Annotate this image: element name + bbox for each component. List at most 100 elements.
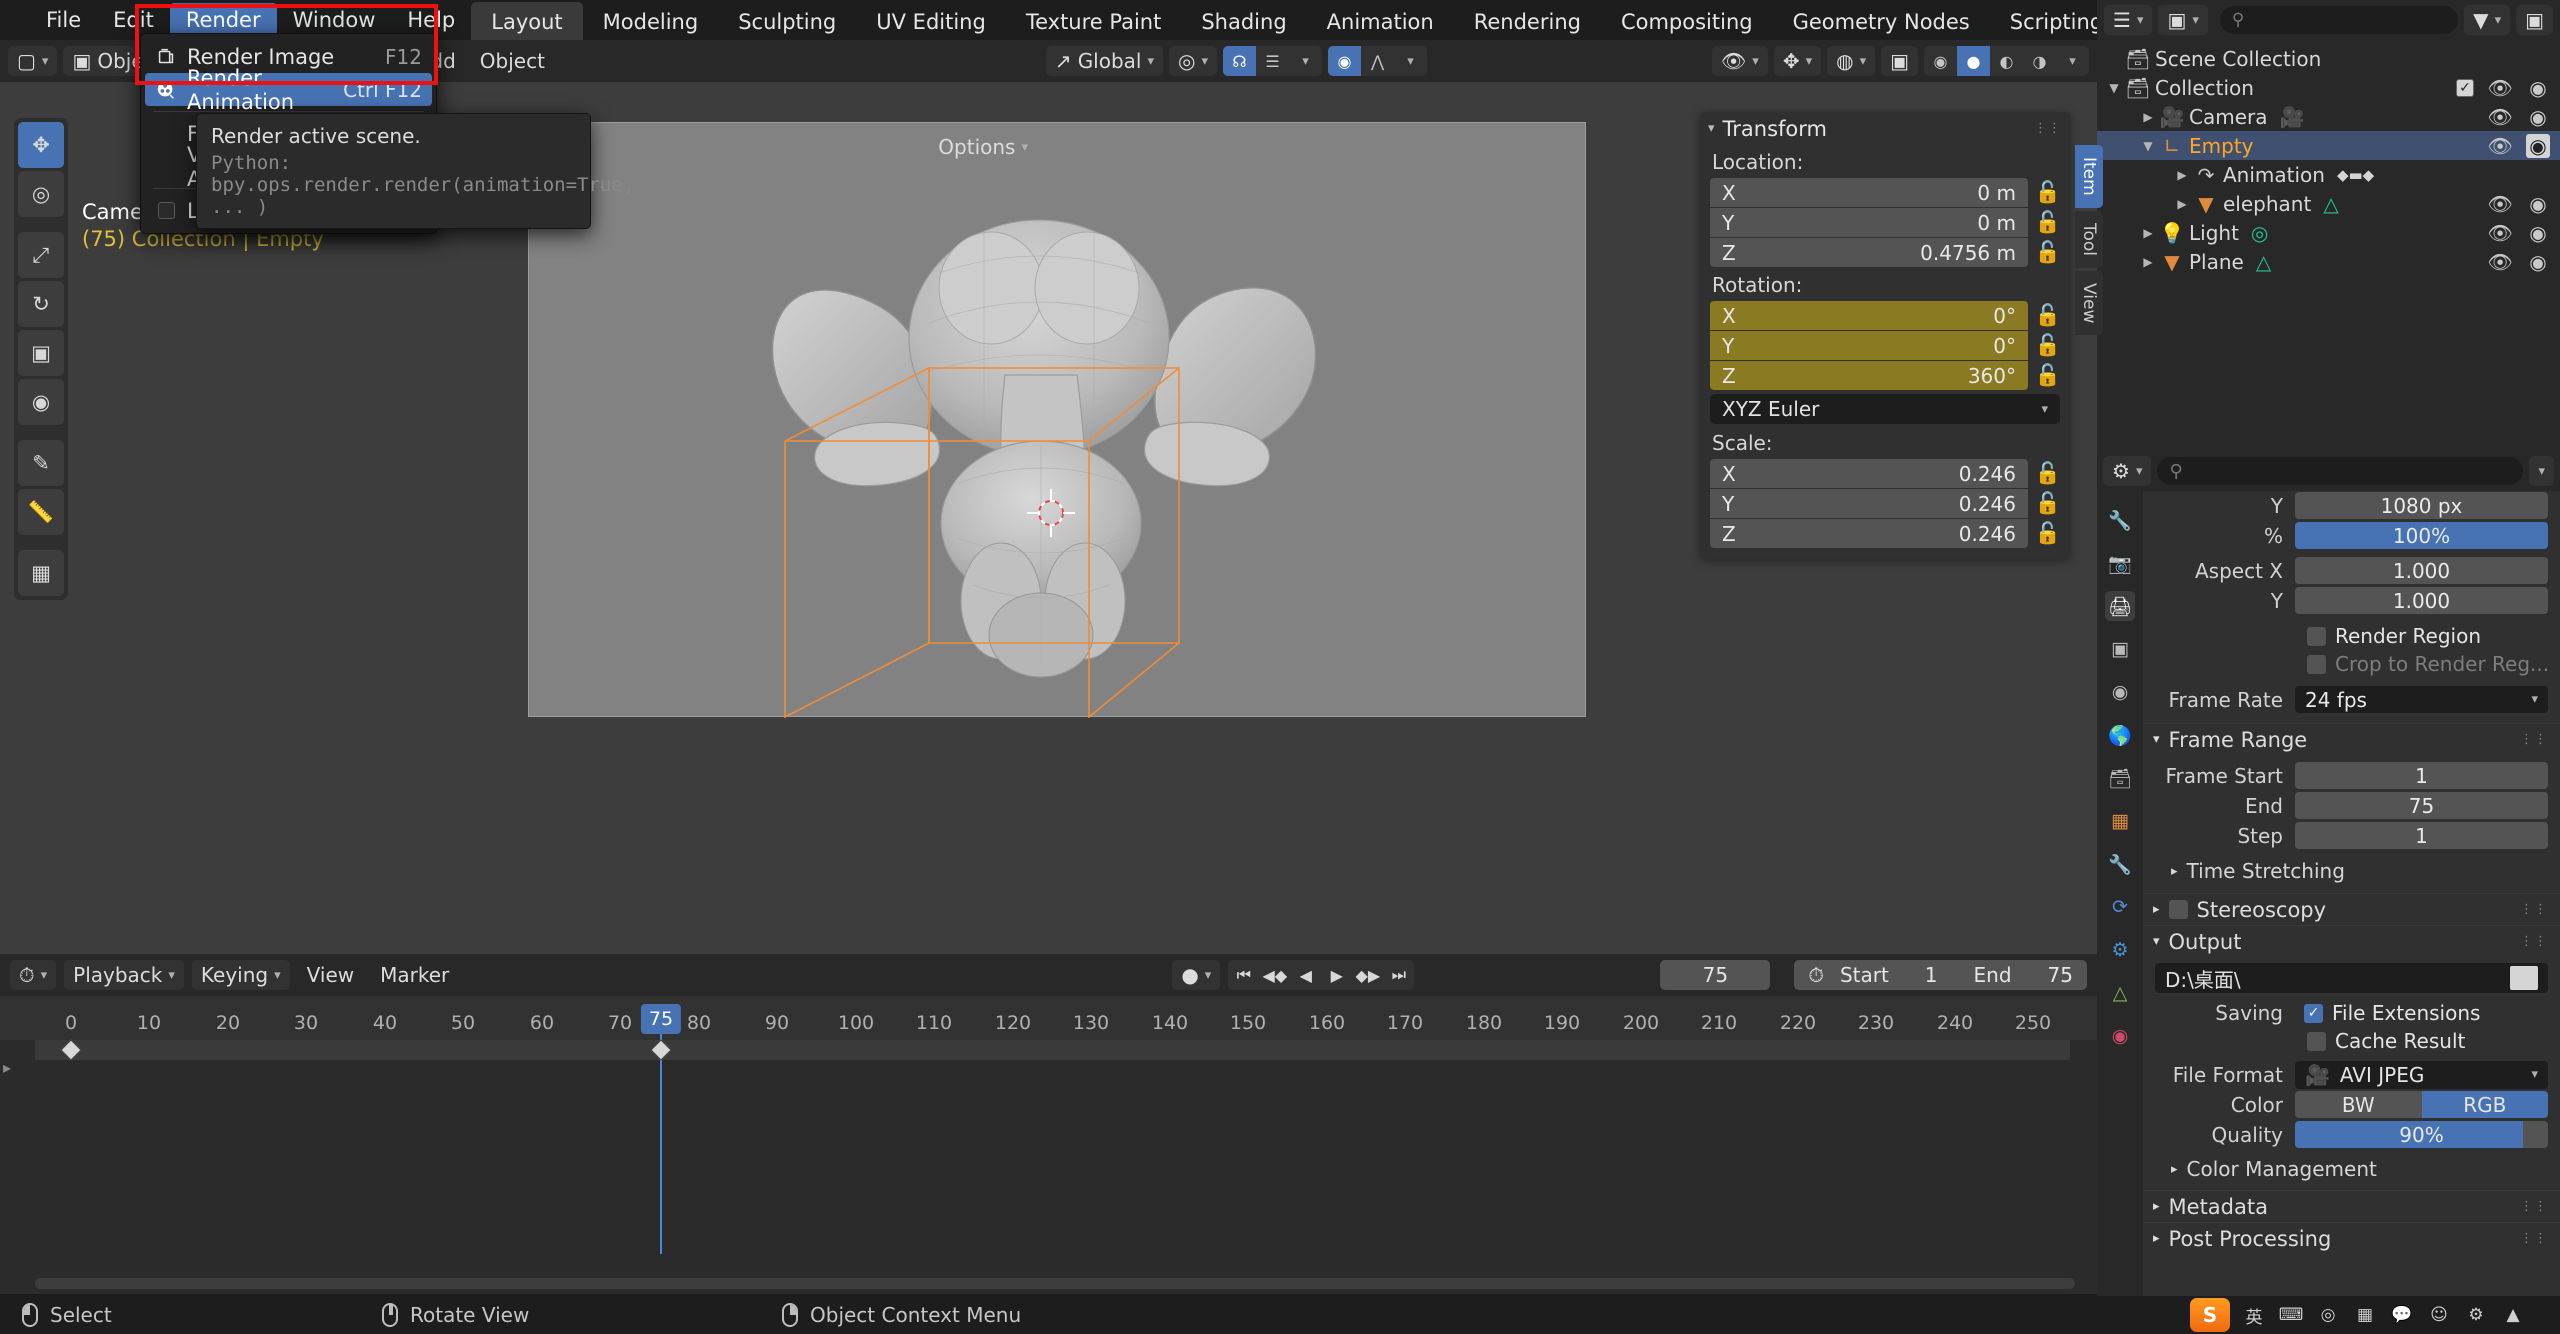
smile-icon[interactable]: ☺ bbox=[2426, 1302, 2452, 1328]
workspace-tab-geometry-nodes[interactable]: Geometry Nodes bbox=[1773, 2, 1990, 42]
lock-scale-x-icon[interactable]: 🔓 bbox=[2036, 461, 2060, 486]
viewport-toolbar[interactable]: ✥ ◎ ⤢ ↻ ▣ ◉ ✎ 📏 ▦ bbox=[14, 118, 68, 600]
frame-range-panel-header[interactable]: ▾ Frame Range ⋮⋮ bbox=[2143, 723, 2560, 755]
stereoscopy-checkbox[interactable] bbox=[2169, 900, 2188, 919]
shading-wireframe-icon[interactable]: ◉ bbox=[1924, 46, 1957, 76]
camera-render-icon[interactable]: ◉ bbox=[2526, 105, 2550, 129]
ime-language-icon[interactable]: 英 bbox=[2241, 1302, 2267, 1328]
lock-location-y-icon[interactable]: 🔓 bbox=[2036, 210, 2060, 235]
falloff-caret-icon[interactable]: ▾ bbox=[1394, 46, 1427, 76]
color-management-header[interactable]: ▸ Color Management bbox=[2143, 1154, 2560, 1184]
properties-body[interactable]: Y 1080 px % 100% Aspect X 1.000 Y 1.000 … bbox=[2143, 491, 2560, 1296]
shading-material-icon[interactable]: ◐ bbox=[1990, 46, 2023, 76]
stereoscopy-panel-header[interactable]: ▸ Stereoscopy ⋮⋮ bbox=[2143, 893, 2560, 925]
properties-search-input[interactable]: ⚲ bbox=[2157, 457, 2523, 485]
aspect-y-field[interactable]: 1.000 bbox=[2295, 587, 2548, 614]
lock-rotation-y-icon[interactable]: 🔓 bbox=[2036, 333, 2060, 358]
workspace-tab-shading[interactable]: Shading bbox=[1181, 2, 1306, 42]
tool-rotate[interactable]: ↻ bbox=[18, 281, 64, 327]
quality-slider[interactable]: 90% bbox=[2295, 1121, 2548, 1148]
tool-move[interactable]: ⤢ bbox=[18, 232, 64, 278]
location-y-field[interactable]: Y 0 m bbox=[1710, 208, 2028, 237]
playback-transport-controls[interactable]: ⏮ ◀◆ ◀ ▶ ◆▶ ⏭ bbox=[1228, 960, 1414, 990]
timeline-start-value[interactable]: 1 bbox=[1925, 963, 1938, 987]
frame-step-field[interactable]: 1 bbox=[2295, 822, 2548, 849]
mesh-data-icon[interactable]: △ bbox=[2323, 192, 2338, 216]
timeline-menu-marker[interactable]: Marker bbox=[371, 960, 458, 990]
proportional-editing-controls[interactable]: ◉ ⋀ ▾ bbox=[1328, 46, 1427, 76]
sidebar-tab-view[interactable]: View bbox=[2075, 271, 2103, 335]
workspace-tab-animation[interactable]: Animation bbox=[1307, 2, 1454, 42]
properties-tab-render[interactable]: 📷 bbox=[2105, 548, 2135, 578]
menu-file[interactable]: File bbox=[30, 3, 97, 37]
falloff-icon[interactable]: ⋀ bbox=[1361, 46, 1394, 76]
post-processing-panel-header[interactable]: ▸ Post Processing ⋮⋮ bbox=[2143, 1222, 2560, 1254]
properties-tab-scene[interactable]: ◉ bbox=[2105, 677, 2135, 707]
outliner-row-collection[interactable]: ▼ 🗃 Collection ✓ 👁 ◉ bbox=[2097, 73, 2560, 102]
aspect-x-field[interactable]: 1.000 bbox=[2295, 557, 2548, 584]
up-icon[interactable]: ▲ bbox=[2500, 1302, 2526, 1328]
location-z-field[interactable]: Z 0.4756 m bbox=[1710, 238, 2028, 267]
transform-panel-header[interactable]: ▾ Transform ⋮⋮ bbox=[1700, 112, 2070, 145]
outliner-row-elephant[interactable]: ▶ ▼ elephant △ 👁 ◉ bbox=[2097, 189, 2560, 218]
workspace-tab-uv-editing[interactable]: UV Editing bbox=[856, 2, 1006, 42]
properties-tab-physics[interactable]: ⟳ bbox=[2105, 892, 2135, 922]
play-reverse-icon[interactable]: ◀ bbox=[1290, 960, 1321, 990]
scale-y-field[interactable]: Y 0.246 bbox=[1710, 489, 2028, 518]
frame-end-field[interactable]: 75 bbox=[2295, 792, 2548, 819]
eye-icon[interactable]: 👁 bbox=[2488, 105, 2512, 129]
outliner-new-collection-button[interactable]: ▣ bbox=[2516, 5, 2553, 35]
outliner[interactable]: 🗃 Scene Collection ▼ 🗃 Collection ✓ 👁 ◉ … bbox=[2097, 40, 2560, 451]
drag-handle-icon[interactable]: ⋮⋮ bbox=[2520, 1231, 2548, 1246]
jump-to-start-icon[interactable]: ⏮ bbox=[1228, 960, 1259, 990]
menu-edit[interactable]: Edit bbox=[97, 3, 170, 37]
workspace-tab-sculpting[interactable]: Sculpting bbox=[718, 2, 856, 42]
outliner-row-camera[interactable]: ▶ 🎥 Camera 🎥 👁 ◉ bbox=[2097, 102, 2560, 131]
outliner-editor-type[interactable]: ☰▾ bbox=[2104, 5, 2152, 35]
properties-editor-type[interactable]: ⚙▾ bbox=[2103, 456, 2151, 486]
expand-arrow-icon[interactable]: ▶ bbox=[2137, 110, 2159, 124]
playhead-frame-indicator[interactable]: 75 bbox=[641, 1004, 681, 1034]
stopwatch-icon[interactable]: ⏱ bbox=[1808, 963, 1824, 987]
panel-icon[interactable]: ▦ bbox=[2352, 1302, 2378, 1328]
lock-interface-checkbox[interactable] bbox=[155, 200, 177, 222]
timeline-ruler[interactable]: 0 10 20 30 40 50 60 70 80 90 100 110 120… bbox=[0, 996, 2097, 1040]
lock-location-z-icon[interactable]: 🔓 bbox=[2036, 240, 2060, 265]
gizmo-toggle[interactable]: ✥▾ bbox=[1774, 46, 1821, 76]
properties-tab-constraints[interactable]: ⚙ bbox=[2105, 935, 2135, 965]
shading-rendered-icon[interactable]: ◑ bbox=[2023, 46, 2056, 76]
expand-arrow-icon[interactable]: ▶ bbox=[2171, 168, 2193, 182]
cache-result-row[interactable]: Cache Result bbox=[2143, 1027, 2560, 1055]
scale-z-field[interactable]: Z 0.246 bbox=[1710, 519, 2028, 548]
output-path-input[interactable]: D:\桌面\ bbox=[2155, 963, 2548, 993]
camera-render-icon[interactable]: ◉ bbox=[2526, 134, 2550, 158]
shading-caret-icon[interactable]: ▾ bbox=[2056, 46, 2089, 76]
outliner-search-input[interactable]: ⚲ bbox=[2220, 6, 2458, 34]
menu-item-render-animation[interactable]: Render Animation Ctrl F12 bbox=[145, 73, 432, 106]
timeline-editor-type[interactable]: ⏱▾ bbox=[10, 960, 56, 990]
outliner-row-animation[interactable]: ▶ ↷ Animation ◆▬◆ bbox=[2097, 160, 2560, 189]
shading-modes[interactable]: ◉ ● ◐ ◑ ▾ bbox=[1924, 46, 2089, 76]
time-stretching-header[interactable]: ▸ Time Stretching bbox=[2143, 856, 2560, 886]
properties-options-button[interactable]: ▾ bbox=[2529, 456, 2554, 486]
snapping-controls[interactable]: ☊ ☰ ▾ bbox=[1223, 46, 1322, 76]
menu-render[interactable]: Render bbox=[170, 3, 277, 37]
properties-tab-view-layer[interactable]: ▣ bbox=[2105, 634, 2135, 664]
lock-rotation-x-icon[interactable]: 🔓 bbox=[2036, 303, 2060, 328]
viewport-menu-object[interactable]: Object bbox=[471, 46, 554, 76]
outliner-filter-button[interactable]: ▼▾ bbox=[2464, 5, 2510, 35]
sidebar-tabs[interactable]: Item Tool View bbox=[2075, 145, 2103, 335]
eye-icon[interactable]: 👁 bbox=[2488, 134, 2512, 158]
transform-orientation-selector[interactable]: ↗ Global ▾ bbox=[1046, 46, 1163, 76]
tool-tweak-select[interactable]: ✥ bbox=[18, 122, 64, 168]
sidebar-tab-tool[interactable]: Tool bbox=[2075, 211, 2103, 268]
bubble-icon[interactable]: 💬 bbox=[2389, 1302, 2415, 1328]
workspace-tab-compositing[interactable]: Compositing bbox=[1601, 2, 1773, 42]
menu-help[interactable]: Help bbox=[391, 3, 471, 37]
workspace-tab-texture-paint[interactable]: Texture Paint bbox=[1006, 2, 1182, 42]
scale-x-field[interactable]: X 0.246 bbox=[1710, 459, 2028, 488]
render-region-checkbox[interactable] bbox=[2307, 627, 2326, 646]
camera-render-icon[interactable]: ◉ bbox=[2526, 192, 2550, 216]
timeline-menu-view[interactable]: View bbox=[298, 960, 363, 990]
render-region-row[interactable]: Render Region bbox=[2143, 622, 2560, 650]
